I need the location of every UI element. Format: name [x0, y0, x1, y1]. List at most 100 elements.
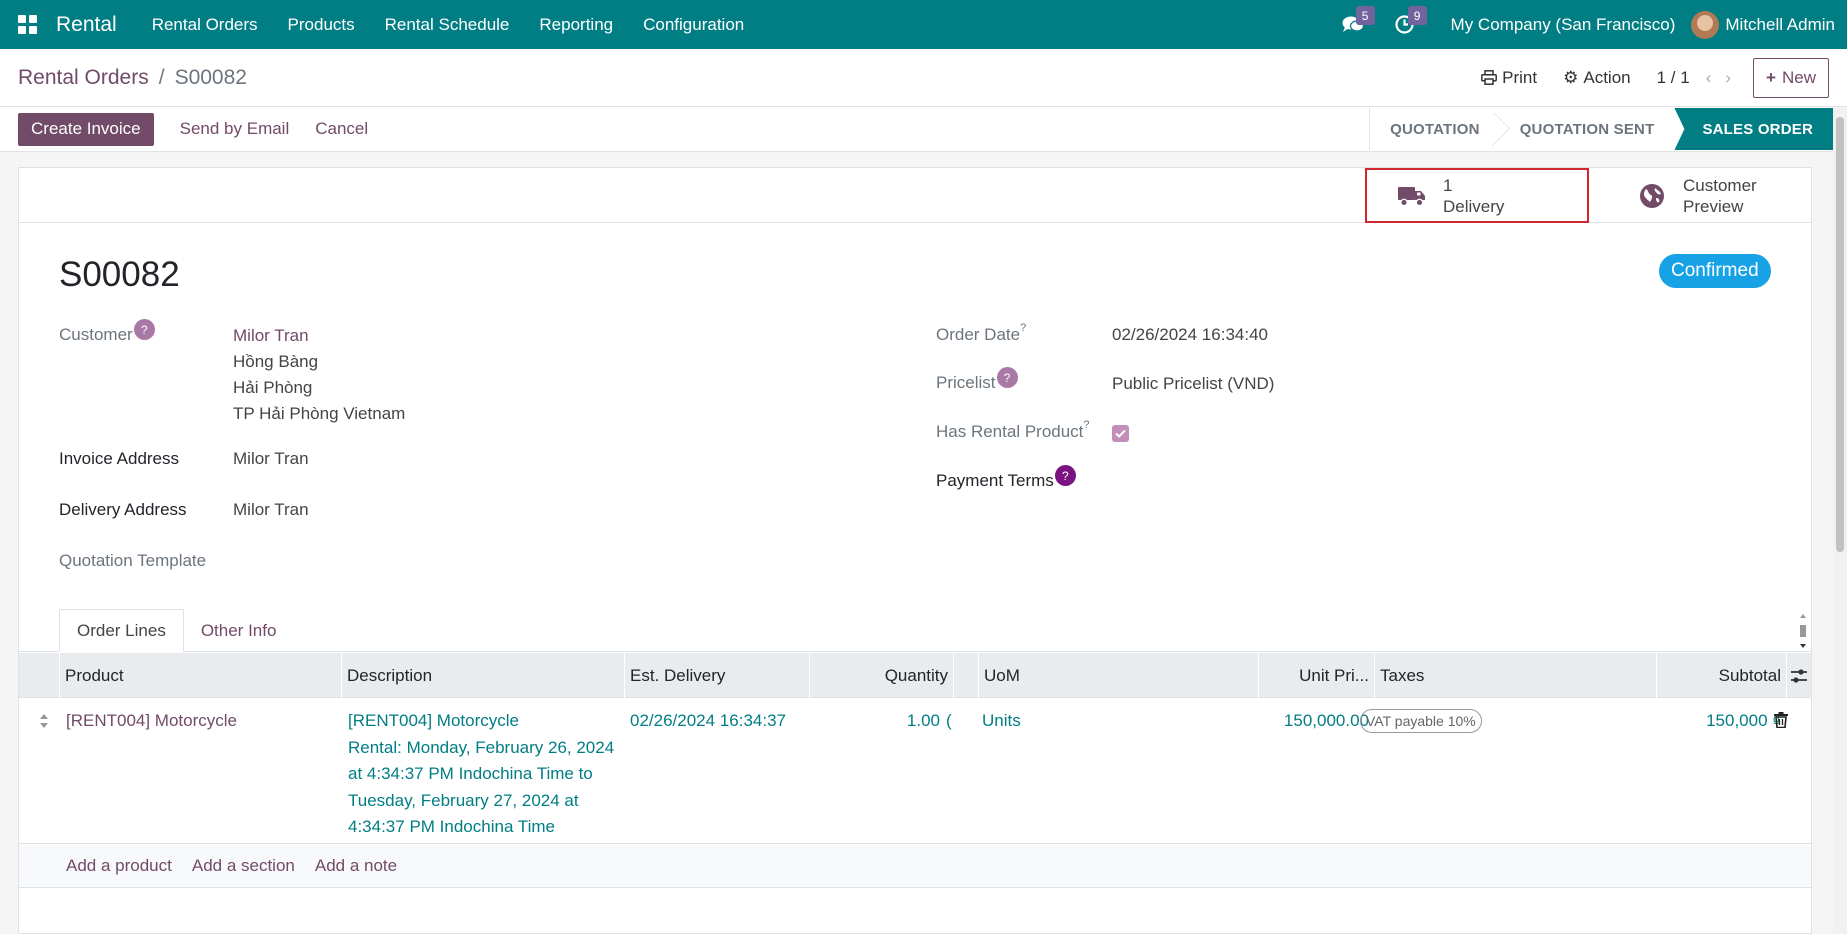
row-uom[interactable]: Units: [982, 708, 1021, 735]
customer-name[interactable]: Milor Tran: [233, 326, 309, 346]
has-rental-label: Has Rental Product?: [936, 419, 1090, 442]
help-icon[interactable]: ?: [133, 319, 155, 340]
menu-configuration[interactable]: Configuration: [628, 15, 759, 35]
print-button[interactable]: Print: [1481, 68, 1537, 88]
activity-menu[interactable]: 9: [1379, 0, 1431, 49]
gear-icon: ⚙: [1563, 67, 1579, 87]
order-date-help[interactable]: ?: [1020, 322, 1026, 334]
column-header-quantity[interactable]: Quantity: [809, 653, 953, 698]
send-by-email-button[interactable]: Send by Email: [180, 119, 290, 139]
order-lines-header: Product Description Est. Delivery Quanti…: [19, 653, 1811, 698]
pricelist-label-text: Pricelist: [936, 373, 996, 392]
pager-next-icon[interactable]: ›: [1725, 68, 1731, 88]
invoice-address-field[interactable]: Milor Tran: [233, 449, 309, 469]
tax-tag: VAT payable 10%: [1360, 709, 1482, 733]
pricelist-field[interactable]: Public Pricelist (VND): [1112, 374, 1274, 394]
column-header-product[interactable]: Product: [59, 653, 308, 698]
add-section-link[interactable]: Add a section: [192, 856, 295, 876]
tab-other-info[interactable]: Other Info: [184, 609, 294, 652]
menu-rental-schedule[interactable]: Rental Schedule: [370, 15, 525, 35]
scrollbar-thumb[interactable]: [1836, 117, 1844, 552]
trash-icon[interactable]: [1774, 712, 1788, 731]
column-header-description[interactable]: Description: [341, 653, 590, 698]
row-quantity[interactable]: 1.00: [809, 708, 940, 735]
stage-sales-order[interactable]: SALES ORDER: [1674, 108, 1833, 150]
pager-previous-icon[interactable]: ‹: [1706, 68, 1712, 88]
menu-reporting[interactable]: Reporting: [524, 15, 628, 35]
row-product[interactable]: [RENT004] Motorcycle: [66, 708, 326, 735]
row-description[interactable]: [RENT004] Motorcycle Rental: Monday, Feb…: [348, 708, 623, 841]
table-row[interactable]: [RENT004] Motorcycle [RENT004] Motorcycl…: [19, 698, 1811, 844]
row-description-line-5: 4:34:37 PM Indochina Time: [348, 817, 555, 836]
delivery-count: 1: [1443, 175, 1453, 195]
column-header-unit-price[interactable]: Unit Pri...: [1258, 653, 1374, 698]
cancel-button[interactable]: Cancel: [315, 119, 368, 139]
column-header-taxes[interactable]: Taxes: [1374, 653, 1656, 698]
optional-columns-toggle[interactable]: [1786, 653, 1811, 698]
column-header-subtotal[interactable]: Subtotal: [1656, 653, 1786, 698]
messaging-menu[interactable]: 5: [1327, 0, 1379, 49]
menu-rental-orders[interactable]: Rental Orders: [137, 15, 273, 35]
breadcrumb-rental-orders[interactable]: Rental Orders: [18, 66, 149, 90]
stage-quotation-sent[interactable]: QUOTATION SENT: [1500, 108, 1675, 150]
stage-quotation[interactable]: QUOTATION: [1370, 108, 1500, 150]
row-taxes[interactable]: VAT payable 10%: [1360, 708, 1482, 735]
has-rental-checkbox[interactable]: [1112, 425, 1129, 442]
user-menu[interactable]: Mitchell Admin: [1691, 10, 1847, 39]
pager-value[interactable]: 1 / 1: [1657, 68, 1690, 88]
notebook-tabs: Order Lines Other Info: [59, 609, 293, 652]
delivery-address-field[interactable]: Milor Tran: [233, 500, 309, 520]
record-name: S00082: [59, 255, 180, 294]
add-note-link[interactable]: Add a note: [315, 856, 397, 876]
smart-button-box: 1 Delivery Customer Preview: [19, 168, 1811, 223]
app-brand[interactable]: Rental: [56, 13, 117, 37]
new-label: New: [1781, 67, 1816, 87]
has-rental-help[interactable]: ?: [1083, 419, 1089, 431]
add-line-row: Add a product Add a section Add a note: [19, 845, 1811, 888]
row-description-line-3: at 4:34:37 PM Indochina Time to: [348, 764, 593, 783]
help-icon[interactable]: ?: [1054, 465, 1076, 486]
new-button[interactable]: + New: [1753, 57, 1829, 98]
company-switcher[interactable]: My Company (San Francisco): [1431, 15, 1692, 35]
create-invoice-button[interactable]: Create Invoice: [18, 112, 154, 146]
activities-badge: 9: [1407, 6, 1427, 25]
customer-preview-smart-button[interactable]: Customer Preview: [1617, 168, 1811, 223]
help-icon[interactable]: ?: [996, 367, 1018, 388]
row-description-line-1: [RENT004] Motorcycle: [348, 711, 519, 730]
row-quantity-overflow: (: [946, 711, 952, 730]
page-scrollbar[interactable]: [1833, 107, 1847, 934]
invoice-address-label: Invoice Address: [59, 449, 180, 468]
delivery-label: Delivery: [1443, 196, 1505, 216]
user-name: Mitchell Admin: [1725, 14, 1835, 34]
order-date-field[interactable]: 02/26/2024 16:34:40: [1112, 325, 1268, 345]
menu-products[interactable]: Products: [273, 15, 370, 35]
row-est-delivery[interactable]: 02/26/2024 16:34:37: [630, 708, 786, 735]
delivery-smart-button[interactable]: 1 Delivery: [1365, 168, 1589, 223]
pricelist-label: Pricelist?: [936, 367, 1018, 394]
apps-menu-icon[interactable]: [0, 0, 56, 49]
row-unit-price[interactable]: 150,000.00: [1258, 708, 1369, 735]
add-product-link[interactable]: Add a product: [66, 856, 172, 876]
table-scroll-control[interactable]: [1797, 611, 1809, 651]
customer-label-text: Customer: [59, 325, 133, 344]
payment-terms-label-text: Payment Terms: [936, 471, 1054, 490]
top-navbar: Rental Rental Orders Products Rental Sch…: [0, 0, 1847, 49]
form-sheet: 1 Delivery Customer Preview S00082 Confi…: [18, 167, 1812, 934]
truck-icon: [1398, 186, 1425, 206]
customer-address-line-3: TP Hải Phòng Vietnam: [233, 404, 406, 423]
form-statusbar: Create Invoice Send by Email Cancel QUOT…: [0, 107, 1847, 152]
tab-order-lines[interactable]: Order Lines: [59, 609, 184, 652]
customer-address-line-1: Hồng Bàng: [233, 352, 319, 371]
action-label: Action: [1583, 67, 1631, 87]
scroll-arrows-icon: [1800, 614, 1806, 648]
payment-terms-label: Payment Terms?: [936, 465, 1076, 492]
column-header-est-delivery[interactable]: Est. Delivery: [624, 653, 804, 698]
control-panel: Rental Orders / S00082 Print ⚙ Action 1 …: [0, 49, 1847, 107]
customer-address-line-2: Hải Phòng: [233, 378, 313, 397]
breadcrumb-current: S00082: [174, 65, 247, 89]
breadcrumb-separator: /: [158, 65, 165, 89]
action-button[interactable]: ⚙ Action: [1563, 68, 1631, 88]
check-icon: [1115, 429, 1126, 438]
drag-handle-icon[interactable]: [39, 713, 49, 732]
column-header-uom[interactable]: UoM: [978, 653, 1258, 698]
